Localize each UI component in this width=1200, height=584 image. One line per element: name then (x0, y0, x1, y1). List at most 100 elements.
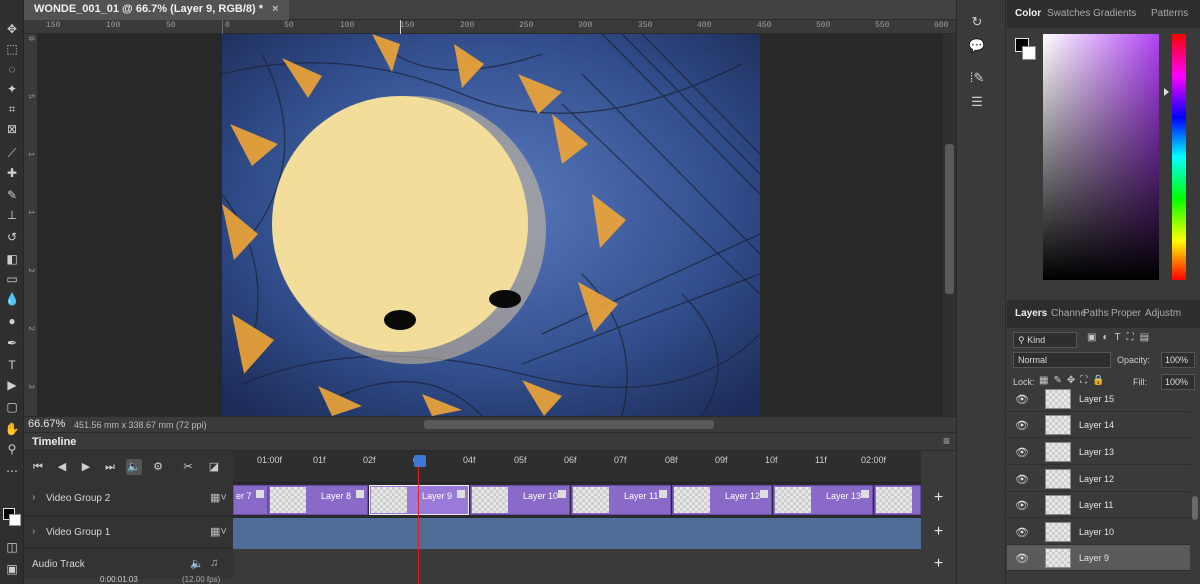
add-media-button[interactable]: + (921, 517, 956, 549)
tab-paths[interactable]: Paths (1083, 308, 1109, 319)
screen-mode-icon[interactable]: ▣ (2, 560, 22, 578)
timeline-clip[interactable] (874, 485, 921, 515)
timeline-ruler[interactable]: 01:00f 01f 02f 03f 04f 05f 06f 07f 08f 0… (233, 451, 921, 483)
comments-icon[interactable]: 💬 (965, 38, 989, 56)
color-picker-field[interactable] (1043, 34, 1159, 280)
layer-row-selected[interactable]: 👁 Layer 9 (1007, 545, 1190, 571)
audio-toggle-icon[interactable]: 🔈 (126, 459, 142, 475)
document-tab[interactable]: WONDE_001_01 @ 66.7% (Layer 9, RGB/8) * … (24, 0, 289, 20)
visibility-eye-icon[interactable]: 👁 (1015, 393, 1029, 406)
lasso-tool-icon[interactable]: ◌ (2, 60, 22, 78)
more-tools-icon[interactable]: ⋯ (2, 462, 22, 480)
tab-adjustments[interactable]: Adjustm (1145, 308, 1181, 319)
add-media-button[interactable]: + (921, 483, 956, 515)
clip-marker-icon[interactable] (356, 490, 364, 498)
visibility-eye-icon[interactable]: 👁 (1015, 499, 1029, 512)
gradient-tool-icon[interactable]: ▭ (2, 270, 22, 288)
split-scissors-icon[interactable]: ✂ (180, 459, 196, 475)
layer-row[interactable]: 👁 Layer 11 (1007, 492, 1190, 518)
music-note-icon[interactable]: ♫ (210, 557, 218, 569)
first-frame-icon[interactable]: ⏮ (30, 459, 46, 475)
frame-tool-icon[interactable]: ⊠ (2, 120, 22, 138)
healing-brush-tool-icon[interactable]: ✚ (2, 164, 22, 182)
timeline-clip[interactable]: Layer 10 (470, 485, 570, 515)
timeline-clip[interactable]: Layer 8 (268, 485, 368, 515)
audio-track-area[interactable] (233, 549, 921, 581)
pen-tool-icon[interactable]: ✒ (2, 334, 22, 352)
type-tool-icon[interactable]: T (2, 356, 22, 374)
timeline-clip[interactable]: Layer 12 (672, 485, 772, 515)
history-icon[interactable]: ↻ (965, 14, 989, 32)
video-group-1-clip[interactable] (233, 517, 921, 549)
brush-settings-icon[interactable]: ⁞✎ (965, 70, 989, 88)
visibility-eye-icon[interactable]: 👁 (1015, 552, 1029, 565)
film-strip-icon[interactable]: ▦˅ (210, 491, 227, 504)
clip-marker-icon[interactable] (457, 490, 465, 498)
layer-row[interactable]: 👁 Layer 15 (1007, 386, 1190, 412)
crop-tool-icon[interactable]: ⌗ (2, 100, 22, 118)
path-selection-tool-icon[interactable]: ▶ (2, 376, 22, 394)
filter-kind-select[interactable]: ⚲ Kind (1013, 332, 1077, 348)
hand-tool-icon[interactable]: ✋ (2, 420, 22, 438)
layer-row[interactable]: 👁 Layer 12 (1007, 466, 1190, 492)
zoom-tool-icon[interactable]: ⚲ (2, 440, 22, 458)
horizontal-scrollbar-thumb[interactable] (424, 420, 714, 429)
tab-swatches[interactable]: Swatches (1047, 8, 1090, 19)
close-tab-icon[interactable]: × (272, 3, 278, 15)
zoom-level[interactable]: 66.67% (28, 418, 65, 430)
audio-volume-icon[interactable]: 🔈 (190, 557, 204, 570)
add-media-button[interactable]: + (921, 549, 956, 581)
quick-mask-icon[interactable]: ◫ (2, 538, 22, 556)
clip-marker-icon[interactable] (256, 490, 264, 498)
clip-marker-icon[interactable] (558, 490, 566, 498)
visibility-eye-icon[interactable]: 👁 (1015, 446, 1029, 459)
previous-frame-icon[interactable]: ◀ (54, 459, 70, 475)
marquee-tool-icon[interactable]: ⬚ (2, 40, 22, 58)
track-video-group-2[interactable]: › Video Group 2 ▦˅ (24, 483, 233, 517)
adjustments-sliders-icon[interactable]: ☰ (965, 94, 989, 112)
expand-chevron-icon[interactable]: › (32, 492, 35, 503)
visibility-eye-icon[interactable]: 👁 (1015, 419, 1029, 432)
tab-channels[interactable]: Channe (1051, 308, 1086, 319)
magic-wand-tool-icon[interactable]: ✦ (2, 80, 22, 98)
visibility-eye-icon[interactable]: 👁 (1015, 473, 1029, 486)
tab-properties[interactable]: Proper (1111, 308, 1141, 319)
timeline-clip[interactable]: Layer 13 (773, 485, 873, 515)
blur-tool-icon[interactable]: 💧 (2, 290, 22, 308)
blend-mode-select[interactable]: Normal (1013, 352, 1111, 368)
timeline-title[interactable]: Timeline (32, 436, 76, 448)
eyedropper-tool-icon[interactable]: ⟋ (2, 144, 22, 162)
background-color-swatch[interactable] (9, 514, 21, 526)
clip-marker-icon[interactable] (861, 490, 869, 498)
layer-row[interactable]: 👁 Layer 10 (1007, 519, 1190, 545)
transition-icon[interactable]: ◪ (206, 459, 222, 475)
panel-menu-icon[interactable]: ≡ (943, 434, 950, 448)
visibility-eye-icon[interactable]: 👁 (1015, 526, 1029, 539)
tab-gradients[interactable]: Gradients (1093, 8, 1136, 19)
dodge-tool-icon[interactable]: ● (2, 312, 22, 330)
clip-marker-icon[interactable] (659, 490, 667, 498)
expand-chevron-icon[interactable]: › (32, 526, 35, 537)
move-tool-icon[interactable]: ✥ (2, 20, 22, 38)
tab-layers[interactable]: Layers (1015, 308, 1047, 319)
layer-row[interactable]: 👁 Layer 14 (1007, 412, 1190, 438)
filter-icons[interactable]: ▣◐T⛶▤ (1087, 332, 1155, 343)
film-strip-icon[interactable]: ▦˅ (210, 525, 227, 538)
tab-color[interactable]: Color (1015, 8, 1041, 19)
track-video-group-1[interactable]: › Video Group 1 ▦˅ (24, 517, 233, 549)
timeline-clip[interactable]: er 7 (233, 485, 268, 515)
artwork-canvas[interactable] (222, 34, 760, 416)
hue-slider-thumb[interactable] (1164, 88, 1169, 96)
clone-stamp-tool-icon[interactable]: ⊥ (2, 206, 22, 224)
settings-gear-icon[interactable]: ⚙ (150, 459, 166, 475)
timeline-clip-selected[interactable]: Layer 9 (369, 485, 469, 515)
background-color-chip[interactable] (1022, 46, 1036, 60)
layer-row[interactable]: 👁 Layer 13 (1007, 439, 1190, 465)
hue-slider[interactable] (1172, 34, 1186, 280)
brush-tool-icon[interactable]: ✎ (2, 186, 22, 204)
history-brush-tool-icon[interactable]: ↺ (2, 228, 22, 246)
next-frame-icon[interactable]: ⏭ (102, 459, 118, 475)
playhead-handle[interactable] (414, 455, 426, 467)
vertical-scrollbar-thumb[interactable] (945, 144, 954, 294)
eraser-tool-icon[interactable]: ◧ (2, 250, 22, 268)
